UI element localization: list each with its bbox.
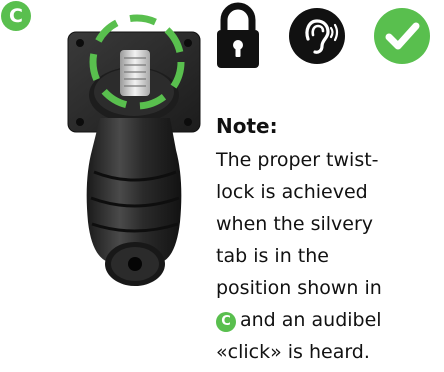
note-line: tab is in the [216, 245, 329, 267]
note-line: lock is achieved [216, 181, 368, 203]
note-line: The proper twist- [216, 149, 379, 171]
screw-hole [184, 118, 192, 126]
connector-illustration [67, 14, 201, 286]
note-block: Note: The proper twist- lock is achieved… [216, 112, 444, 368]
ear-sound-icon [289, 8, 345, 64]
note-line: when the silvery [216, 213, 374, 235]
silvery-tab [120, 50, 150, 96]
step-badge: C [1, 1, 31, 31]
screw-hole [76, 118, 84, 126]
note-line: «click» is heard. [216, 341, 370, 363]
note-body: The proper twist- lock is achieved when … [216, 144, 440, 368]
lock-icon [217, 2, 259, 68]
note-title: Note: [216, 114, 278, 138]
note-line-text: and an audibel [240, 309, 382, 331]
inline-step-badge: C [216, 312, 236, 332]
screw-hole [76, 39, 84, 47]
note-line: position shown in [216, 277, 382, 299]
checkmark-icon [374, 8, 430, 64]
screw-hole [184, 39, 192, 47]
note-line: Cand an audibel [216, 304, 440, 336]
